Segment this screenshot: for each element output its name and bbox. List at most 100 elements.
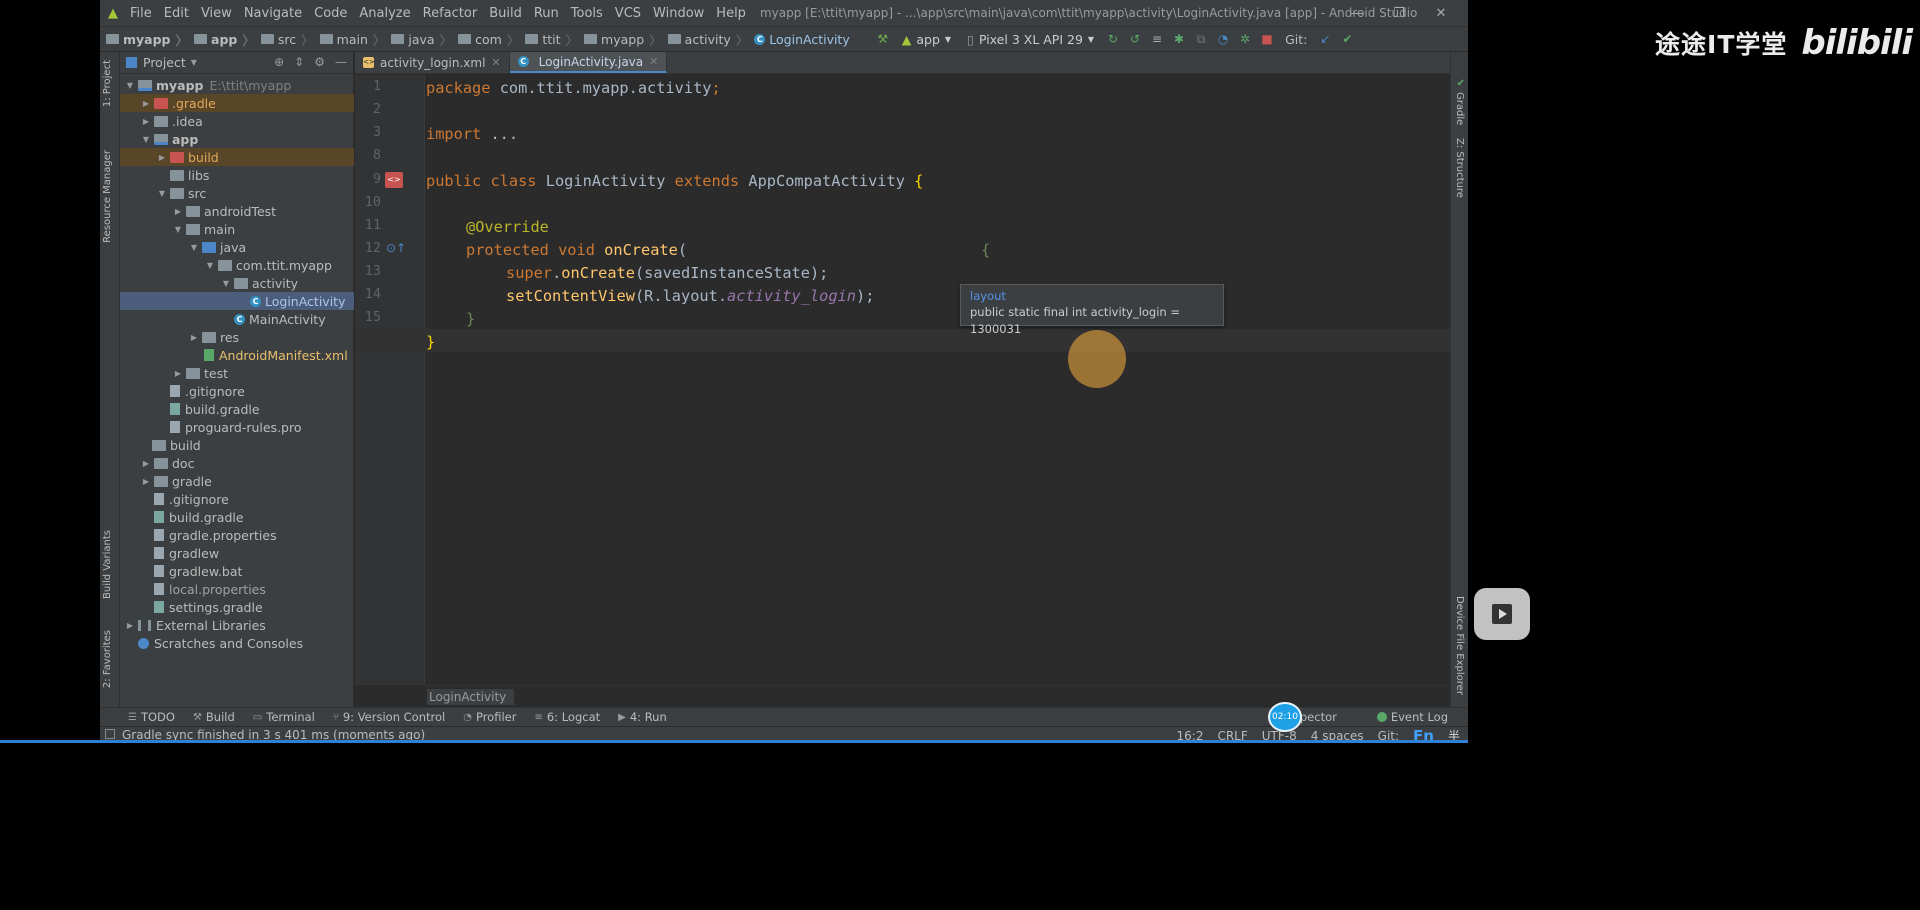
attach-debugger-icon[interactable]: ✲ <box>1234 32 1256 46</box>
tree-item-root-build-gradle[interactable]: build.gradle <box>120 508 354 526</box>
restore-button[interactable]: ❐ <box>1378 6 1420 21</box>
tree-item-local-properties[interactable]: local.properties <box>120 580 354 598</box>
gear-icon[interactable]: ⚙ <box>314 55 325 69</box>
tool-tab-structure[interactable]: Z: Structure <box>1454 138 1465 198</box>
tool-todo[interactable]: ☰ TODO <box>128 710 175 724</box>
tree-item-res[interactable]: ▶ res <box>120 328 354 346</box>
breadcrumb-item[interactable]: myapp 〉 <box>100 30 188 49</box>
tree-item-settings-gradle[interactable]: settings.gradle <box>120 598 354 616</box>
menu-edit[interactable]: Edit <box>158 6 195 21</box>
menu-code[interactable]: Code <box>308 6 353 21</box>
menu-build[interactable]: Build <box>483 6 528 21</box>
tree-item-external-libraries[interactable]: ▶ External Libraries <box>120 616 354 634</box>
layout-file-icon[interactable]: <> <box>385 172 403 188</box>
tooltip-title[interactable]: layout <box>970 289 1214 304</box>
menu-refactor[interactable]: Refactor <box>417 6 484 21</box>
breadcrumb-item[interactable]: C LoginActivity <box>748 32 850 47</box>
tree-item-manifest[interactable]: AndroidManifest.xml <box>120 346 354 364</box>
tree-item-mainactivity[interactable]: C MainActivity <box>120 310 354 328</box>
tree-item-src[interactable]: ▼ src <box>120 184 354 202</box>
tree-item-scratches[interactable]: Scratches and Consoles <box>120 634 354 652</box>
tree-item-build-gradle[interactable]: build.gradle <box>120 400 354 418</box>
tool-tab-project[interactable]: 1: Project <box>102 60 113 107</box>
hammer-icon[interactable]: ⚒ <box>872 32 894 46</box>
video-play-button[interactable] <box>1474 588 1530 640</box>
menu-view[interactable]: View <box>195 6 238 21</box>
tool-tab-build-variants[interactable]: Build Variants <box>102 530 113 599</box>
tree-item-idea[interactable]: ▶ .idea <box>120 112 354 130</box>
breadcrumb-item[interactable]: com 〉 <box>452 30 519 49</box>
stop-icon[interactable]: ■ <box>1256 32 1278 46</box>
tree-item-test[interactable]: ▶ test <box>120 364 354 382</box>
run-config-select[interactable]: ▲ app ▼ <box>894 32 959 47</box>
tree-item-libs[interactable]: libs <box>120 166 354 184</box>
apply-changes-icon[interactable]: ↻ <box>1102 32 1124 46</box>
tool-tab-device-file-explorer[interactable]: Device File Explorer <box>1454 596 1465 695</box>
hide-icon[interactable]: — <box>335 55 347 69</box>
breadcrumb-item[interactable]: main 〉 <box>314 30 385 49</box>
tree-item-loginactivity[interactable]: C LoginActivity <box>120 292 354 310</box>
tool-terminal[interactable]: ▭ Terminal <box>253 710 315 724</box>
menu-window[interactable]: Window <box>647 6 710 21</box>
breadcrumb-item[interactable]: java 〉 <box>385 30 452 49</box>
tree-item-proguard[interactable]: proguard-rules.pro <box>120 418 354 436</box>
editor-breadcrumb-item[interactable]: LoginActivity <box>427 689 515 705</box>
tree-item-gradlew[interactable]: gradlew <box>120 544 354 562</box>
menu-run[interactable]: Run <box>528 6 565 21</box>
menu-analyze[interactable]: Analyze <box>353 6 416 21</box>
tree-item-build[interactable]: ▶ build <box>120 148 354 166</box>
attach-icon[interactable]: ⧉ <box>1190 32 1212 47</box>
tree-item-doc[interactable]: ▶ doc <box>120 454 354 472</box>
tool-tab-favorites[interactable]: 2: Favorites <box>102 630 113 688</box>
tree-item-root-gitignore[interactable]: .gitignore <box>120 490 354 508</box>
close-button[interactable]: ✕ <box>1420 6 1462 21</box>
collapse-icon[interactable]: ⇕ <box>294 55 304 69</box>
tool-logcat[interactable]: ≡ 6: Logcat <box>534 710 600 724</box>
git-commit-icon[interactable]: ✔ <box>1336 32 1358 46</box>
tree-item-myapp[interactable]: ▼ myapp E:\ttit\myapp <box>120 76 354 94</box>
tree-item-gitignore[interactable]: .gitignore <box>120 382 354 400</box>
menu-tools[interactable]: Tools <box>565 6 609 21</box>
menu-help[interactable]: Help <box>710 6 752 21</box>
tree-item-activity[interactable]: ▼ activity <box>120 274 354 292</box>
tree-item-app[interactable]: ▼ app <box>120 130 354 148</box>
tool-run[interactable]: ▶ 4: Run <box>618 710 667 724</box>
git-update-icon[interactable]: ↙ <box>1314 32 1336 46</box>
breadcrumb-item[interactable]: ttit 〉 <box>519 30 578 49</box>
tree-item-gradle-dir[interactable]: ▶ .gradle <box>120 94 354 112</box>
tree-item-root-build[interactable]: build <box>120 436 354 454</box>
breadcrumb-item[interactable]: myapp 〉 <box>578 30 662 49</box>
tool-tab-resource-manager[interactable]: Resource Manager <box>102 150 113 243</box>
apply-code-changes-icon[interactable]: ↺ <box>1124 32 1146 46</box>
breadcrumb-item[interactable]: src 〉 <box>255 30 314 49</box>
tree-item-gradle-properties[interactable]: gradle.properties <box>120 526 354 544</box>
menu-navigate[interactable]: Navigate <box>238 6 308 21</box>
menu-file[interactable]: File <box>124 6 158 21</box>
breadcrumb-item[interactable]: activity 〉 <box>662 30 748 49</box>
breadcrumb-item[interactable]: app 〉 <box>188 30 255 49</box>
tool-tab-gradle[interactable]: Gradle <box>1454 92 1465 125</box>
tree-item-package[interactable]: ▼ com.ttit.myapp <box>120 256 354 274</box>
close-tab-icon[interactable]: ✕ <box>649 55 658 68</box>
debug-icon[interactable]: ✱ <box>1168 32 1190 46</box>
tool-build[interactable]: ⚒ Build <box>193 710 235 724</box>
menu-vcs[interactable]: VCS <box>609 6 647 21</box>
tree-item-gradle[interactable]: ▶ gradle <box>120 472 354 490</box>
minimize-button[interactable]: — <box>1336 6 1378 21</box>
locate-icon[interactable]: ⊕ <box>274 55 284 69</box>
tab-loginactivity-java[interactable]: C LoginActivity.java ✕ <box>509 52 668 73</box>
tree-item-androidtest[interactable]: ▶ androidTest <box>120 202 354 220</box>
tree-item-gradlew-bat[interactable]: gradlew.bat <box>120 562 354 580</box>
project-view-select[interactable]: Project <box>143 55 186 70</box>
tool-profiler[interactable]: ◔ Profiler <box>463 710 516 724</box>
tool-event-log[interactable]: Event Log <box>1376 710 1448 724</box>
sync-list-icon[interactable]: ≡ <box>1146 32 1168 46</box>
tree-item-main[interactable]: ▼ main <box>120 220 354 238</box>
tool-window-toggle-icon[interactable] <box>105 729 115 739</box>
device-select[interactable]: ▯ Pixel 3 XL API 29 ▼ <box>959 32 1102 47</box>
tree-item-java[interactable]: ▼ java <box>120 238 354 256</box>
override-method-icon[interactable]: ⊙↑ <box>386 241 406 255</box>
tool-version-control[interactable]: ⑂ 9: Version Control <box>333 710 445 724</box>
code-area[interactable]: package com.ttit.myapp.activity; import … <box>355 75 1450 685</box>
profile-icon[interactable]: ◔ <box>1212 32 1234 46</box>
